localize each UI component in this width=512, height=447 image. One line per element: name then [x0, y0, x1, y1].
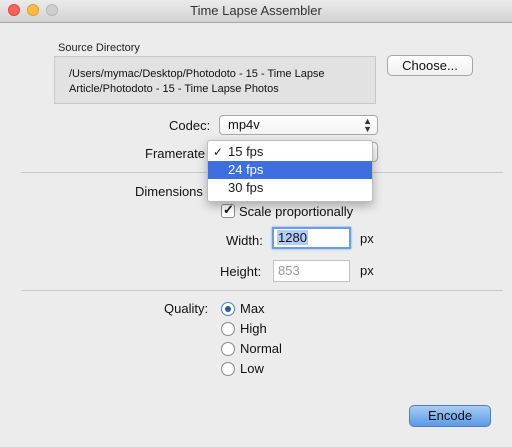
framerate-option-15[interactable]: ✓ 15 fps — [208, 143, 372, 161]
quality-low-radio[interactable] — [221, 362, 235, 376]
width-field[interactable]: 1280 — [272, 227, 351, 249]
quality-high-label[interactable]: High — [240, 321, 267, 336]
framerate-label: Framerate — [145, 146, 205, 161]
framerate-option-30[interactable]: 30 fps — [208, 179, 372, 197]
quality-max-radio[interactable] — [221, 302, 235, 316]
quality-high-radio[interactable] — [221, 322, 235, 336]
scale-proportionally-checkbox[interactable]: ✓ — [221, 202, 235, 218]
choose-button[interactable]: Choose... — [387, 55, 473, 76]
width-value: 1280 — [277, 230, 308, 245]
dimensions-label: Dimensions — [135, 184, 203, 199]
quality-label: Quality: — [164, 301, 209, 316]
framerate-option-label: 24 fps — [228, 162, 264, 177]
framerate-option-24[interactable]: 24 fps — [208, 161, 372, 179]
checkmark-icon: ✓ — [223, 202, 234, 217]
height-field: 853 — [273, 260, 350, 282]
source-directory-label: Source Directory — [58, 42, 140, 54]
codec-select[interactable]: mp4v ▲ ▼ — [219, 115, 378, 135]
height-label: Height: — [220, 264, 262, 279]
codec-value: mp4v — [228, 117, 260, 132]
source-directory-path: /Users/mymac/Desktop/Photodoto - 15 - Ti… — [69, 67, 369, 97]
source-path-line-2: Article/Photodoto - 15 - Time Lapse Phot… — [69, 83, 279, 95]
height-unit: px — [360, 263, 374, 278]
encode-button[interactable]: Encode — [409, 405, 491, 427]
checkmark-icon: ✓ — [213, 145, 224, 159]
source-directory-box: /Users/mymac/Desktop/Photodoto - 15 - Ti… — [54, 56, 376, 104]
divider-bottom — [21, 290, 503, 291]
quality-normal-label[interactable]: Normal — [240, 341, 282, 356]
window-title: Time Lapse Assembler — [190, 3, 322, 18]
framerate-option-label: 30 fps — [228, 180, 264, 195]
codec-label: Codec: — [169, 118, 211, 133]
quality-low-label[interactable]: Low — [240, 361, 264, 376]
title-bar[interactable]: Time Lapse Assembler — [0, 0, 512, 23]
width-label: Width: — [226, 233, 263, 248]
quality-max-label[interactable]: Max — [240, 301, 265, 316]
source-path-line-1: /Users/mymac/Desktop/Photodoto - 15 - Ti… — [69, 68, 325, 80]
quality-normal-radio[interactable] — [221, 342, 235, 356]
updown-arrows-icon: ▲ ▼ — [363, 116, 372, 134]
scale-proportionally-label[interactable]: Scale proportionally — [239, 204, 353, 219]
time-lapse-window: Time Lapse Assembler Source Directory /U… — [0, 0, 512, 447]
width-unit: px — [360, 231, 374, 246]
framerate-option-label: 15 fps — [228, 144, 264, 159]
framerate-dropdown-menu: ✓ 15 fps 24 fps 30 fps — [207, 140, 373, 202]
